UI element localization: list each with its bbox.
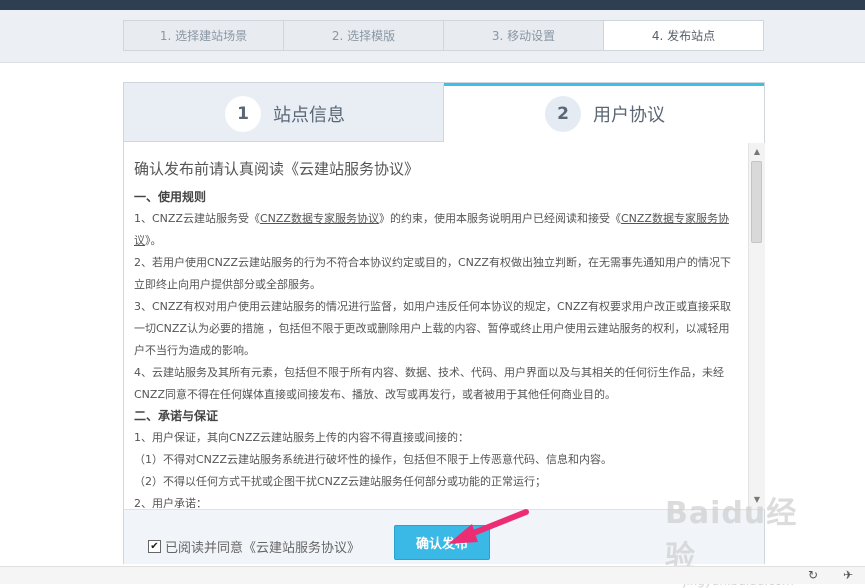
agreement-paragraph: 2、用户承诺： [134,497,207,508]
section-heading: 一、使用规则 [134,190,207,204]
step-navigation: 1. 选择建站场景 2. 选择模版 3. 移动设置 4. 发布站点 [123,20,764,51]
scrollbar-thumb[interactable] [751,161,762,243]
agreement-paragraph: 2、若用户使用CNZZ云建站服务的行为不符合本协议约定或目的，CNZZ有权做出独… [134,256,731,291]
tab-number-badge: 1 [225,95,261,132]
tab-label: 用户协议 [593,105,665,126]
agreement-paragraph: 3、CNZZ有权对用户使用云建站服务的情况进行监督，如用户违反任何本协议的规定，… [134,300,731,357]
watermark-logo: Baidu经验 [665,496,798,575]
step-publish-site[interactable]: 4. 发布站点 [604,21,763,50]
baidu-watermark: Baidu经验 jingyan.baidu.com [665,488,815,588]
scroll-up-arrow-icon[interactable]: ▲ [749,145,765,159]
section-heading: 二、承诺与保证 [134,409,219,423]
agreement-title: 确认发布前请认真阅读《云建站服务协议》 [134,160,420,178]
agree-checkbox-label[interactable]: ✔ 已阅读并同意《云建站服务协议》 [148,537,360,556]
tab-user-agreement[interactable]: 2 用户协议 [444,83,764,142]
agreement-paragraph: 4、云建站服务及其所有元素，包括但不限于所有内容、数据、技术、代码、用户界面以及… [134,366,724,401]
step-select-template[interactable]: 2. 选择模版 [284,21,444,50]
tab-number-badge: 2 [545,96,581,132]
agreement-text-area[interactable]: 确认发布前请认真阅读《云建站服务协议》 一、使用规则 1、CNZZ云建站服务受《… [134,153,734,508]
step-select-scene[interactable]: 1. 选择建站场景 [124,21,284,50]
panel-tabs: 1 站点信息 2 用户协议 [124,83,764,142]
pin-icon[interactable]: ✈ [843,568,853,582]
top-bar [0,0,865,10]
status-bar: ↻ ✈ [0,566,865,584]
refresh-icon[interactable]: ↻ [808,568,818,582]
step-mobile-settings[interactable]: 3. 移动设置 [444,21,604,50]
agreement-paragraph: （1）不得对CNZZ云建站服务系统进行破坏性的操作，包括但不限于上传恶意代码、信… [134,453,612,466]
agreement-link[interactable]: CNZZ数据专家服务协议 [260,212,379,225]
tab-label: 站点信息 [273,104,345,126]
agreement-paragraph: 1、用户保证，其向CNZZ云建站服务上传的内容不得直接或间接的： [134,431,469,444]
annotation-arrow-icon [448,509,529,544]
agree-checkbox[interactable]: ✔ [148,540,161,553]
agreement-paragraph: （2）不得以任何方式干扰或企图干扰CNZZ云建站服务任何部分或功能的正常运行； [134,475,546,488]
agree-text: 已阅读并同意《云建站服务协议》 [165,541,361,556]
tab-site-info[interactable]: 1 站点信息 [124,83,444,142]
agreement-paragraph: 1、CNZZ云建站服务受《CNZZ数据专家服务协议》的约束，使用本服务说明用户已… [134,212,729,247]
agreement-scrollbar[interactable]: ▲ ▼ [748,143,765,509]
